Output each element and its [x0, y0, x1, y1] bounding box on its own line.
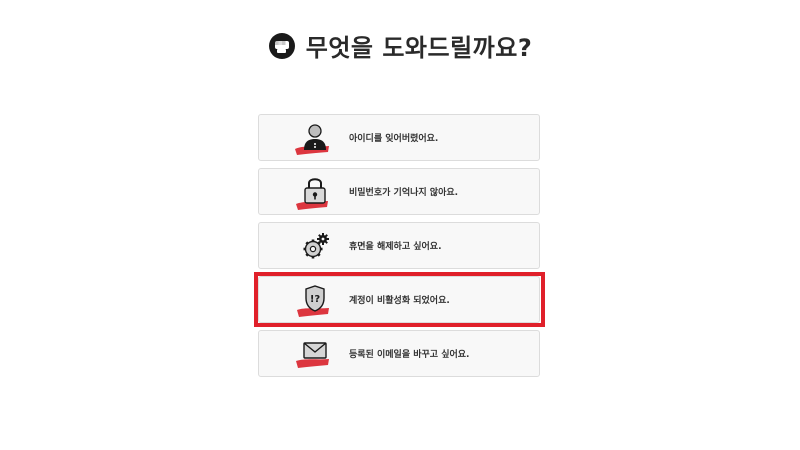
shield-alert-icon: !?: [293, 276, 349, 323]
svg-text:!?: !?: [310, 294, 321, 305]
envelope-icon: [293, 330, 349, 377]
option-change-email[interactable]: 등록된 이메일을 바꾸고 싶어요.: [258, 330, 540, 377]
user-person-icon: [293, 114, 349, 161]
option-release-dormant[interactable]: 휴면을 해제하고 싶어요.: [258, 222, 540, 269]
fist-logo-icon: [268, 32, 296, 60]
option-label: 비밀번호가 기억나지 않아요.: [349, 188, 459, 198]
option-forgot-id[interactable]: 아이디를 잊어버렸어요.: [258, 114, 540, 161]
option-account-disabled[interactable]: !? 계정이 비활성화 되었어요.: [258, 276, 540, 323]
option-label: 등록된 이메일을 바꾸고 싶어요.: [349, 350, 470, 360]
option-label: 아이디를 잊어버렸어요.: [349, 134, 439, 144]
padlock-icon: [293, 168, 349, 215]
gears-icon: [293, 222, 349, 269]
option-label: 계정이 비활성화 되었어요.: [349, 296, 450, 306]
page-title: 무엇을 도와드릴까요?: [305, 34, 533, 62]
option-label: 휴면을 해제하고 싶어요.: [349, 242, 442, 252]
page-header: 무엇을 도와드릴까요?: [0, 28, 800, 63]
help-page: 무엇을 도와드릴까요? 아이디를 잊어버렸어요. 비밀번호가 기억나지 않아요.…: [0, 0, 800, 450]
option-forgot-password[interactable]: 비밀번호가 기억나지 않아요.: [258, 168, 540, 215]
